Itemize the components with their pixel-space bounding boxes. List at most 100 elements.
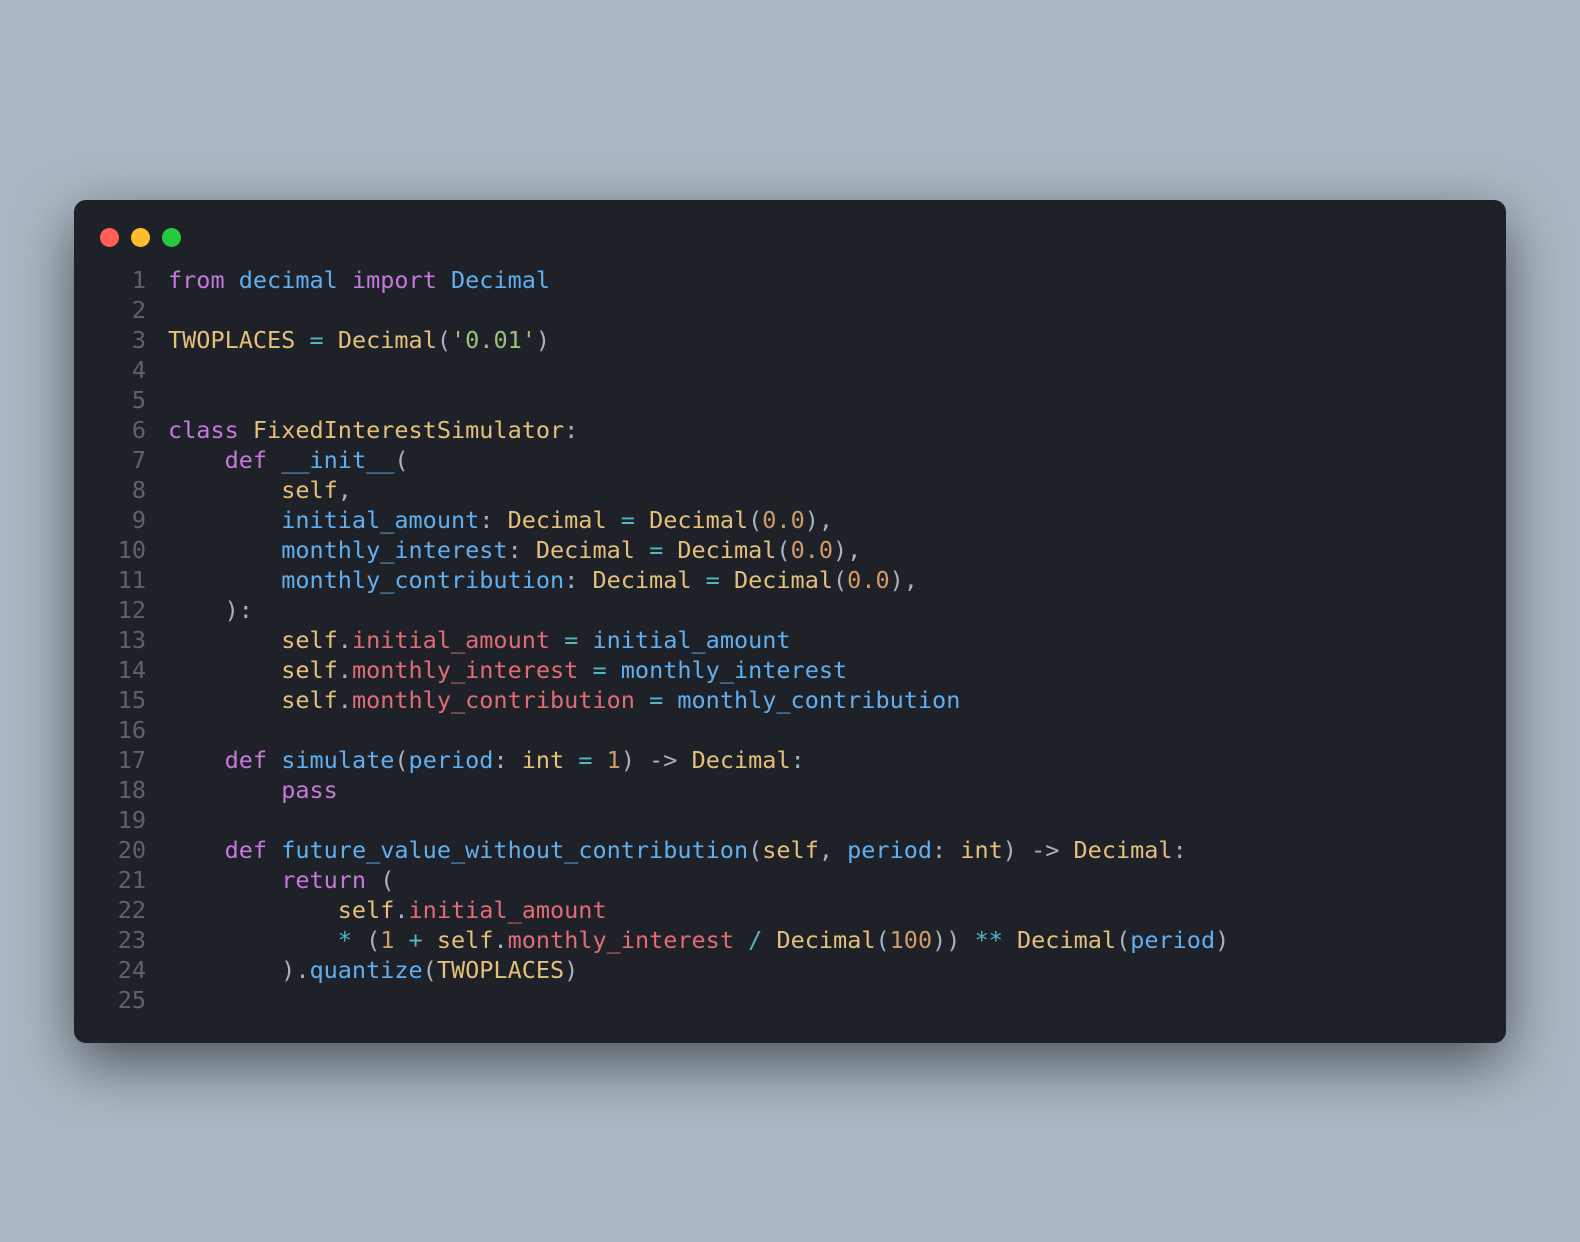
token xyxy=(168,566,281,594)
code-content: self, xyxy=(146,475,352,505)
code-content: monthly_interest: Decimal = Decimal(0.0)… xyxy=(146,535,861,565)
token: int xyxy=(960,836,1002,864)
token xyxy=(295,326,309,354)
code-line: 15 self.monthly_contribution = monthly_c… xyxy=(100,685,1480,715)
code-line: 22 self.initial_amount xyxy=(100,895,1480,925)
token: Decimal xyxy=(677,536,776,564)
token: 0.0 xyxy=(762,506,804,534)
line-number: 22 xyxy=(100,895,146,925)
token xyxy=(168,656,281,684)
code-content: self.initial_amount = initial_amount xyxy=(146,625,791,655)
code-line: 18 pass xyxy=(100,775,1480,805)
token: : xyxy=(508,536,536,564)
code-content: def __init__( xyxy=(146,445,409,475)
token xyxy=(734,926,748,954)
token: 100 xyxy=(890,926,932,954)
code-content xyxy=(146,805,168,835)
token: Decimal xyxy=(649,506,748,534)
line-number: 17 xyxy=(100,745,146,775)
maximize-icon[interactable] xyxy=(162,228,181,247)
token: 1 xyxy=(607,746,621,774)
line-number: 20 xyxy=(100,835,146,865)
token: ) -> xyxy=(1003,836,1074,864)
token: : xyxy=(493,746,521,774)
token xyxy=(168,776,281,804)
token: 1 xyxy=(380,926,394,954)
token xyxy=(423,926,437,954)
line-number: 21 xyxy=(100,865,146,895)
token xyxy=(168,506,281,534)
token: ) xyxy=(536,326,550,354)
code-editor[interactable]: 1from decimal import Decimal23TWOPLACES … xyxy=(74,265,1506,1015)
line-number: 8 xyxy=(100,475,146,505)
token: Decimal xyxy=(692,746,791,774)
code-content: * (1 + self.monthly_interest / Decimal(1… xyxy=(146,925,1229,955)
code-line: 8 self, xyxy=(100,475,1480,505)
token: Decimal xyxy=(1017,926,1116,954)
token: initial_amount xyxy=(409,896,607,924)
code-content: self.monthly_contribution = monthly_cont… xyxy=(146,685,960,715)
token: import xyxy=(352,266,437,294)
line-number: 9 xyxy=(100,505,146,535)
line-number: 4 xyxy=(100,355,146,385)
code-line: 19 xyxy=(100,805,1480,835)
token: self xyxy=(281,656,338,684)
minimize-icon[interactable] xyxy=(131,228,150,247)
token: : xyxy=(479,506,507,534)
token: 0.0 xyxy=(791,536,833,564)
token: TWOPLACES xyxy=(437,956,564,984)
token xyxy=(168,626,281,654)
line-number: 15 xyxy=(100,685,146,715)
token: / xyxy=(748,926,762,954)
token xyxy=(720,566,734,594)
token: ( xyxy=(776,536,790,564)
token: period xyxy=(847,836,932,864)
token xyxy=(168,536,281,564)
code-line: 3TWOPLACES = Decimal('0.01') xyxy=(100,325,1480,355)
line-number: 14 xyxy=(100,655,146,685)
close-icon[interactable] xyxy=(100,228,119,247)
token: = xyxy=(592,656,606,684)
token xyxy=(324,326,338,354)
token: ( xyxy=(394,746,408,774)
code-content xyxy=(146,385,168,415)
token: ) xyxy=(1215,926,1229,954)
code-content: def future_value_without_contribution(se… xyxy=(146,835,1187,865)
code-line: 25 xyxy=(100,985,1480,1015)
code-line: 10 monthly_interest: Decimal = Decimal(0… xyxy=(100,535,1480,565)
token: initial_amount xyxy=(352,626,550,654)
line-number: 19 xyxy=(100,805,146,835)
token: . xyxy=(338,686,352,714)
token xyxy=(607,506,621,534)
token: Decimal xyxy=(776,926,875,954)
token: = xyxy=(621,506,635,534)
code-content: class FixedInterestSimulator: xyxy=(146,415,578,445)
code-line: 9 initial_amount: Decimal = Decimal(0.0)… xyxy=(100,505,1480,535)
token xyxy=(168,746,225,774)
token xyxy=(267,836,281,864)
token: + xyxy=(409,926,423,954)
token: self xyxy=(437,926,494,954)
code-content: from decimal import Decimal xyxy=(146,265,550,295)
line-number: 13 xyxy=(100,625,146,655)
code-content: self.monthly_interest = monthly_interest xyxy=(146,655,847,685)
token: initial_amount xyxy=(281,506,479,534)
token: period xyxy=(1130,926,1215,954)
token: return xyxy=(281,866,366,894)
token xyxy=(635,536,649,564)
token: decimal xyxy=(239,266,338,294)
token: initial_amount xyxy=(592,626,790,654)
code-content: TWOPLACES = Decimal('0.01') xyxy=(146,325,550,355)
code-content: def simulate(period: int = 1) -> Decimal… xyxy=(146,745,805,775)
token: future_value_without_contribution xyxy=(281,836,748,864)
token xyxy=(692,566,706,594)
token xyxy=(394,926,408,954)
code-content: pass xyxy=(146,775,338,805)
token: = xyxy=(649,536,663,564)
token xyxy=(168,686,281,714)
token: self xyxy=(281,686,338,714)
token xyxy=(437,266,451,294)
token: Decimal xyxy=(508,506,607,534)
token: class xyxy=(168,416,239,444)
token: Decimal xyxy=(592,566,691,594)
